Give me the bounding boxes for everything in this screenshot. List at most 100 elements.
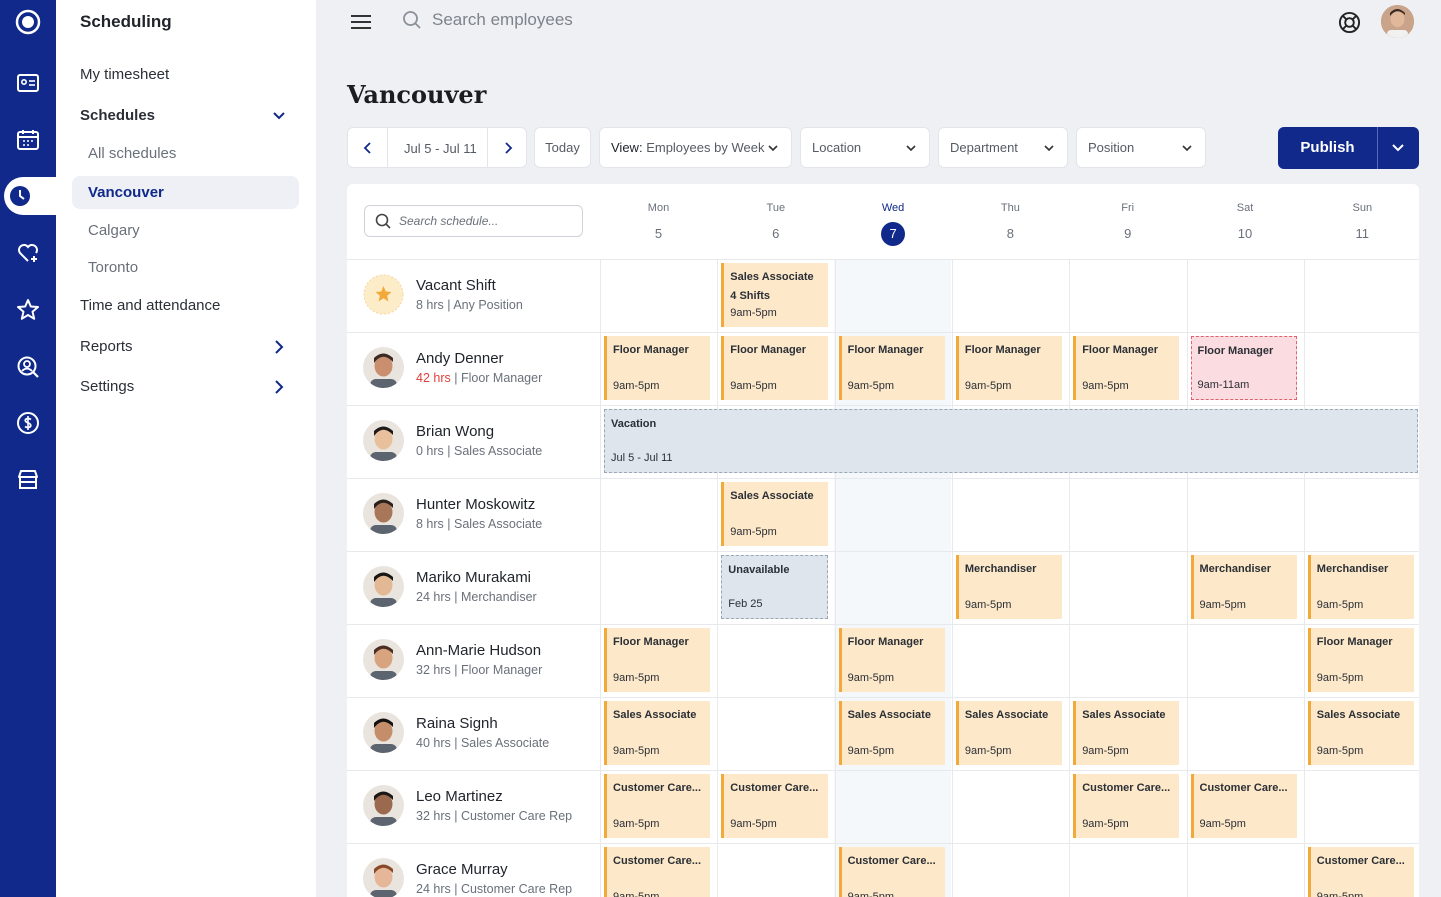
heart-plus-icon[interactable] <box>0 235 56 271</box>
user-search-icon[interactable] <box>0 349 56 385</box>
employee-hours: 8 hrs <box>416 298 444 312</box>
location-select[interactable]: Location <box>800 127 930 168</box>
date-range-label[interactable]: Jul 5 - Jul 11 <box>404 141 477 156</box>
user-avatar[interactable] <box>1381 5 1414 38</box>
nav-reports[interactable]: Reports <box>80 338 133 355</box>
employee-cell[interactable]: Grace Murray 24 hrs | Customer Care Rep <box>363 858 572 897</box>
shift-card[interactable]: Sales Associate 9am-5pm <box>721 482 828 546</box>
id-card-icon[interactable] <box>0 65 56 101</box>
shift-card[interactable]: Sales Associate 9am-5pm <box>1307 701 1415 765</box>
shift-card[interactable]: Customer Care... 9am-5pm <box>721 774 828 838</box>
next-week-button[interactable] <box>487 128 527 167</box>
shift-card[interactable]: Customer Care... 9am-5pm <box>604 847 711 897</box>
shift-card[interactable]: Floor Manager 9am-5pm <box>721 336 828 400</box>
shift-card[interactable]: Unavailable Feb 25 <box>721 555 828 619</box>
department-select[interactable]: Department <box>938 127 1068 168</box>
shift-card[interactable]: Floor Manager 9am-5pm <box>955 336 1063 400</box>
publish-options-chevron-icon[interactable] <box>1391 143 1405 153</box>
store-icon[interactable] <box>0 462 56 498</box>
day-number: 11 <box>1355 226 1370 241</box>
employee-info: Grace Murray 24 hrs | Customer Care Rep <box>416 861 572 896</box>
employee-row: Vacant Shift 8 hrs | Any Position <box>347 259 1419 332</box>
shift-title: Sales Associate <box>730 271 814 283</box>
shift-card[interactable]: Floor Manager 9am-5pm <box>838 336 945 400</box>
shift-title: Vacation <box>611 418 657 430</box>
employee-search[interactable]: Search employees <box>402 10 573 30</box>
shift-card[interactable]: Customer Care... 9am-5pm <box>1190 774 1297 838</box>
employee-hours: 32 hrs <box>416 663 451 677</box>
chevron-right-icon[interactable] <box>271 379 287 395</box>
view-select[interactable]: View: Employees by Week <box>599 127 792 168</box>
search-input[interactable]: Search employees <box>432 10 573 30</box>
shift-title: Customer Care... <box>1082 782 1171 794</box>
schedule-search[interactable]: Search schedule... <box>364 205 583 237</box>
shift-time: 9am-5pm <box>730 307 777 319</box>
shift-card[interactable]: Sales Associate 9am-5pm <box>955 701 1063 765</box>
sidebar-item-calgary[interactable]: Calgary <box>88 222 140 239</box>
shift-time: 9am-5pm <box>847 745 895 757</box>
shift-title: Floor Manager <box>1082 344 1158 356</box>
employee-hours: 42 hrs <box>416 371 451 385</box>
employee-cell[interactable]: Andy Denner 42 hrs | Floor Manager <box>363 347 542 388</box>
shift-card[interactable]: Sales Associate 4 Shifts 9am-5pm <box>721 263 828 327</box>
shift-card[interactable]: Floor Manager 9am-5pm <box>604 336 711 400</box>
employee-cell[interactable]: Raina Signh 40 hrs | Sales Associate <box>363 712 549 753</box>
page-title: Vancouver <box>347 80 487 109</box>
prev-week-button[interactable] <box>348 128 388 167</box>
shift-card[interactable]: Sales Associate 9am-5pm <box>838 701 945 765</box>
shift-time: 9am-5pm <box>1082 745 1129 757</box>
publish-button[interactable]: Publish <box>1278 139 1377 156</box>
nav-my-timesheet[interactable]: My timesheet <box>80 66 169 83</box>
shift-card[interactable]: Floor Manager 9am-5pm <box>604 628 711 692</box>
position-select[interactable]: Position <box>1076 127 1206 168</box>
calendar-icon[interactable] <box>0 122 56 158</box>
employee-cell[interactable]: Hunter Moskowitz 8 hrs | Sales Associate <box>363 493 542 534</box>
shift-card[interactable]: Floor Manager 9am-5pm <box>1073 336 1180 400</box>
employee-hours: 32 hrs <box>416 809 451 823</box>
app-logo-icon[interactable] <box>0 4 56 40</box>
employee-cell[interactable]: Mariko Murakami 24 hrs | Merchandiser <box>363 566 537 607</box>
dollar-icon[interactable] <box>0 405 56 441</box>
view-prefix: View: <box>611 140 643 155</box>
shift-card[interactable]: Sales Associate 9am-5pm <box>1073 701 1180 765</box>
nav-schedules[interactable]: Schedules <box>80 107 155 124</box>
shift-card[interactable]: Vacation Jul 5 - Jul 11 <box>604 409 1419 473</box>
chevron-down-icon[interactable] <box>271 108 287 124</box>
clock-icon[interactable] <box>4 177 60 215</box>
employee-cell[interactable]: Brian Wong 0 hrs | Sales Associate <box>363 420 542 461</box>
sidebar-item-all-schedules[interactable]: All schedules <box>88 145 176 162</box>
employee-summary: 24 hrs | Customer Care Rep <box>416 882 572 896</box>
day-number: 5 <box>654 226 663 241</box>
shift-card[interactable]: Customer Care... 9am-5pm <box>838 847 945 897</box>
shift-card[interactable]: Floor Manager 9am-5pm <box>838 628 945 692</box>
employee-cell[interactable]: Vacant Shift 8 hrs | Any Position <box>363 274 523 315</box>
day-header: Tue 6 <box>717 202 834 246</box>
star-icon[interactable] <box>0 292 56 328</box>
day-header: Mon 5 <box>600 202 717 246</box>
employee-cell[interactable]: Ann-Marie Hudson 32 hrs | Floor Manager <box>363 639 542 680</box>
employee-role: Sales Associate <box>454 444 543 458</box>
employee-summary: 8 hrs | Any Position <box>416 298 523 312</box>
menu-icon[interactable] <box>350 14 372 30</box>
sidebar-item-vancouver[interactable]: Vancouver <box>72 176 299 209</box>
nav-time-attendance[interactable]: Time and attendance <box>80 297 220 314</box>
shift-card[interactable]: Merchandiser 9am-5pm <box>1190 555 1297 619</box>
shift-title: Floor Manager <box>1197 345 1274 357</box>
shift-card[interactable]: Merchandiser 9am-5pm <box>955 555 1063 619</box>
employee-cell[interactable]: Leo Martinez 32 hrs | Customer Care Rep <box>363 785 572 826</box>
shift-card[interactable]: Merchandiser 9am-5pm <box>1307 555 1415 619</box>
schedule-search-input[interactable]: Search schedule... <box>399 214 498 228</box>
chevron-right-icon[interactable] <box>271 339 287 355</box>
nav-settings[interactable]: Settings <box>80 378 134 395</box>
day-name: Sun <box>1352 202 1373 214</box>
shift-card[interactable]: Floor Manager 9am-5pm <box>1307 628 1415 692</box>
shift-card[interactable]: Sales Associate 9am-5pm <box>604 701 711 765</box>
shift-card[interactable]: Customer Care... 9am-5pm <box>1307 847 1415 897</box>
shift-title: Merchandiser <box>1316 563 1389 575</box>
shift-card[interactable]: Customer Care... 9am-5pm <box>1073 774 1180 838</box>
sidebar-item-toronto[interactable]: Toronto <box>88 259 138 276</box>
shift-card[interactable]: Floor Manager 9am-11am <box>1190 336 1297 400</box>
today-button[interactable]: Today <box>534 127 591 168</box>
shift-card[interactable]: Customer Care... 9am-5pm <box>604 774 711 838</box>
help-lifebuoy-icon[interactable] <box>1338 11 1361 34</box>
